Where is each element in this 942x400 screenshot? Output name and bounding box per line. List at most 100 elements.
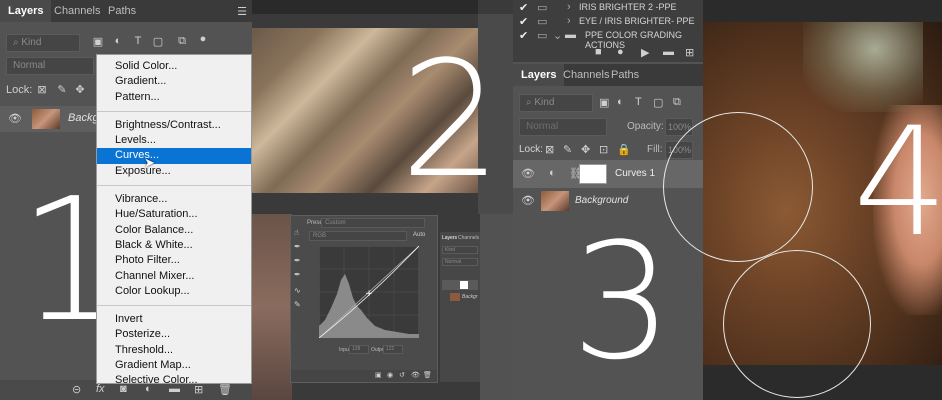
channel-select[interactable]: RGB bbox=[309, 231, 407, 241]
smart-object-filter-icon[interactable]: ⧉ bbox=[176, 35, 188, 48]
mouse-cursor-icon: ➤ bbox=[144, 155, 155, 170]
mini-tab-layers[interactable]: Layers bbox=[442, 235, 457, 241]
action-name: EYE / IRIS BRIGHTER- PPE bbox=[579, 16, 695, 26]
menu-item-vibrance[interactable]: Vibrance... bbox=[97, 192, 251, 207]
output-value[interactable]: 122 bbox=[383, 345, 403, 354]
lock-move-icon[interactable]: ✥ bbox=[581, 143, 590, 156]
highlight-circle bbox=[723, 250, 871, 398]
blend-mode-select[interactable]: Normal bbox=[519, 118, 607, 136]
canvas-top-strip bbox=[252, 0, 478, 14]
lock-pixels-icon[interactable]: ⊠ bbox=[545, 143, 554, 156]
shape-filter-icon[interactable]: ▢ bbox=[152, 35, 164, 48]
delete-icon[interactable]: 🗑 bbox=[423, 371, 432, 379]
tab-layers[interactable]: Layers bbox=[0, 0, 52, 22]
pixel-filter-icon[interactable]: ▣ bbox=[92, 35, 104, 48]
layer-thumbnail bbox=[541, 191, 569, 211]
menu-item-gradient-map[interactable]: Gradient Map... bbox=[97, 358, 251, 373]
new-action-icon[interactable]: ⊞ bbox=[685, 46, 694, 59]
type-filter-icon[interactable]: T bbox=[635, 96, 642, 108]
lock-all-icon[interactable]: 🔒 bbox=[617, 143, 631, 156]
layer-mask-thumbnail[interactable] bbox=[579, 164, 607, 184]
menu-item-pattern[interactable]: Pattern... bbox=[97, 90, 251, 105]
mini-mode[interactable]: Normal bbox=[442, 258, 478, 266]
menu-item-channel-mixer[interactable]: Channel Mixer... bbox=[97, 269, 251, 284]
eye-icon[interactable]: 👁 bbox=[8, 112, 22, 125]
dialog-toggle-icon[interactable]: ▭ bbox=[537, 29, 547, 42]
menu-item-posterize[interactable]: Posterize... bbox=[97, 327, 251, 342]
mini-tab-channels[interactable]: Channels bbox=[458, 235, 479, 241]
collapse-chevron-icon[interactable]: ⌄ bbox=[553, 29, 562, 42]
filter-toggle-icon[interactable]: ● bbox=[198, 33, 208, 45]
smart-object-filter-icon[interactable]: ⧉ bbox=[673, 96, 681, 109]
action-set-row[interactable]: ✔ ▭ ⌄ ▬ PPE COLOR GRADING ACTIONS bbox=[513, 28, 703, 50]
expand-chevron-icon[interactable]: › bbox=[567, 1, 571, 13]
lock-paint-icon[interactable]: ✎ bbox=[563, 143, 572, 156]
view-previous-icon[interactable]: ◉ bbox=[387, 371, 393, 379]
lock-move-icon[interactable]: ✥ bbox=[74, 83, 86, 96]
panel-menu-icon[interactable]: ☰ bbox=[236, 5, 248, 18]
expand-chevron-icon[interactable]: › bbox=[567, 15, 571, 27]
eye-icon[interactable]: 👁 bbox=[521, 194, 535, 207]
input-value[interactable]: 128 bbox=[349, 345, 369, 354]
link-icon[interactable]: ⊝ bbox=[72, 383, 81, 396]
menu-item-selective-color[interactable]: Selective Color... bbox=[97, 373, 251, 388]
dialog-toggle-icon[interactable]: ▭ bbox=[537, 1, 547, 14]
dialog-toggle-icon[interactable]: ▭ bbox=[537, 15, 547, 28]
menu-item-invert[interactable]: Invert bbox=[97, 312, 251, 327]
shape-filter-icon[interactable]: ▢ bbox=[653, 96, 663, 109]
panel-4: 4 bbox=[663, 0, 942, 400]
menu-item-gradient[interactable]: Gradient... bbox=[97, 74, 251, 89]
record-icon[interactable]: ● bbox=[617, 46, 624, 58]
white-eyedropper-icon[interactable]: ✒ bbox=[294, 270, 301, 279]
lock-pixels-icon[interactable]: ⊠ bbox=[36, 83, 48, 96]
check-icon[interactable]: ✔ bbox=[519, 15, 528, 28]
menu-item-threshold[interactable]: Threshold... bbox=[97, 343, 251, 358]
eye-icon[interactable]: 👁 bbox=[521, 167, 535, 180]
menu-item-exposure[interactable]: Exposure... bbox=[97, 164, 251, 179]
menu-item-color-lookup[interactable]: Color Lookup... bbox=[97, 284, 251, 299]
menu-item-levels[interactable]: Levels... bbox=[97, 133, 251, 148]
auto-button[interactable]: Auto bbox=[413, 232, 425, 238]
new-set-icon[interactable]: ▬ bbox=[663, 46, 674, 58]
dialog-footer: ▣ ◉ ↺ 👁 🗑 bbox=[291, 370, 437, 382]
menu-item-curves[interactable]: Curves... bbox=[97, 148, 251, 164]
gray-eyedropper-icon[interactable]: ✒ bbox=[294, 256, 301, 265]
lock-artboard-icon[interactable]: ⊡ bbox=[599, 143, 608, 156]
target-adjust-icon[interactable]: ☝ bbox=[294, 228, 299, 237]
preset-select[interactable]: Custom bbox=[321, 218, 425, 228]
mini-background-row[interactable]: Backgr bbox=[442, 292, 478, 302]
mini-mask-thumbnail bbox=[460, 281, 468, 289]
menu-item-brightness-contrast[interactable]: Brightness/Contrast... bbox=[97, 118, 251, 133]
step-number-3: 3 bbox=[571, 208, 673, 395]
curves-graph[interactable]: + bbox=[319, 246, 419, 338]
stop-icon[interactable]: ■ bbox=[595, 46, 602, 58]
tab-paths[interactable]: Paths bbox=[100, 0, 144, 22]
kind-filter[interactable]: ⌕ Kind bbox=[6, 34, 80, 52]
mini-curves-row[interactable] bbox=[442, 280, 478, 290]
visibility-icon[interactable]: 👁 bbox=[411, 371, 420, 379]
play-icon[interactable]: ▶ bbox=[641, 46, 649, 59]
tab-paths[interactable]: Paths bbox=[603, 64, 647, 86]
menu-item-hue-saturation[interactable]: Hue/Saturation... bbox=[97, 207, 251, 222]
kind-filter[interactable]: ⌕ Kind bbox=[519, 94, 593, 112]
menu-item-black-white[interactable]: Black & White... bbox=[97, 238, 251, 253]
mini-kind[interactable]: Kind bbox=[442, 246, 478, 254]
pencil-icon[interactable]: ✎ bbox=[294, 300, 301, 309]
lock-label: Lock: bbox=[519, 144, 543, 155]
pixel-filter-icon[interactable]: ▣ bbox=[599, 96, 609, 109]
reset-icon[interactable]: ↺ bbox=[399, 371, 405, 379]
adjustment-filter-icon[interactable]: ◐ bbox=[112, 35, 124, 47]
type-filter-icon[interactable]: T bbox=[132, 35, 144, 47]
menu-item-solid-color[interactable]: Solid Color... bbox=[97, 59, 251, 74]
black-eyedropper-icon[interactable]: ✒ bbox=[294, 242, 301, 251]
blend-mode-select[interactable]: Normal bbox=[6, 57, 94, 75]
check-icon[interactable]: ✔ bbox=[519, 29, 528, 42]
check-icon[interactable]: ✔ bbox=[519, 1, 528, 14]
menu-item-color-balance[interactable]: Color Balance... bbox=[97, 223, 251, 238]
curve-point-icon[interactable]: ∿ bbox=[294, 286, 301, 295]
menu-item-photo-filter[interactable]: Photo Filter... bbox=[97, 253, 251, 268]
clip-icon[interactable]: ▣ bbox=[375, 371, 382, 379]
adjustment-filter-icon[interactable]: ◐ bbox=[617, 96, 624, 108]
mini-layer-name: Backgr bbox=[462, 294, 478, 300]
lock-paint-icon[interactable]: ✎ bbox=[56, 83, 68, 96]
